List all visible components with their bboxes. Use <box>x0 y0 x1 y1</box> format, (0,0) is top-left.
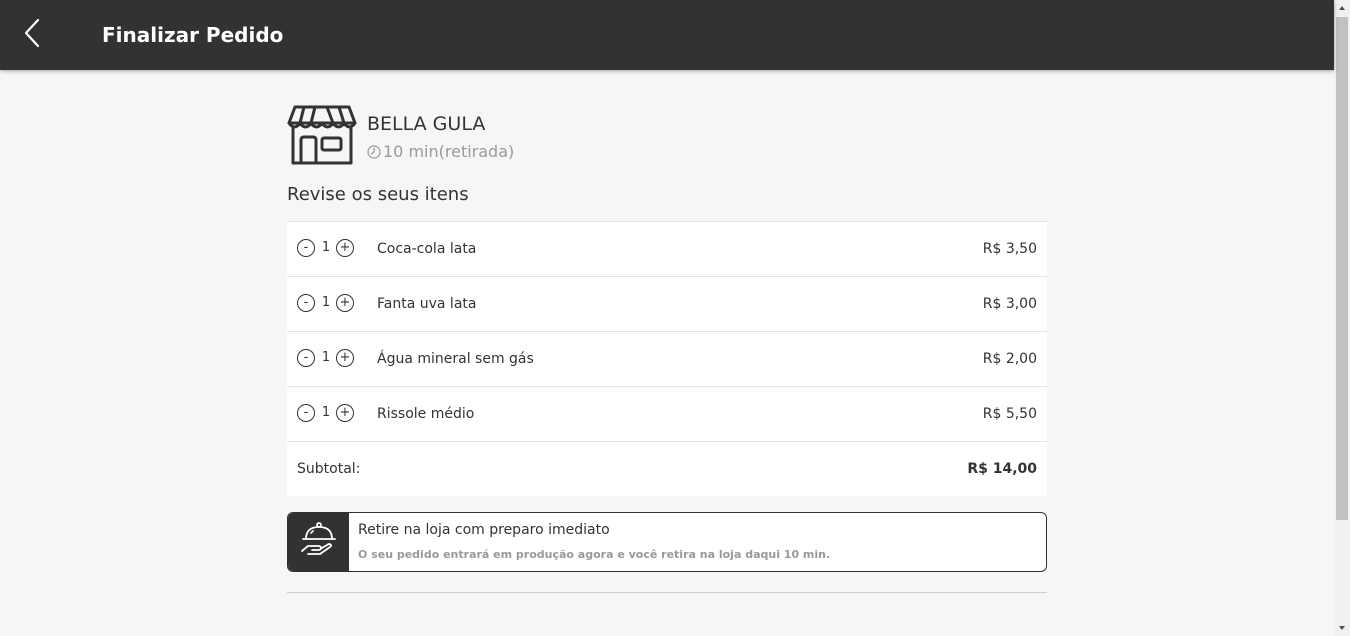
list-item: - 1 + Coca-cola lata R$ 3,50 <box>287 222 1047 277</box>
page-title: Finalizar Pedido <box>102 23 284 47</box>
subtotal-label: Subtotal: <box>297 461 361 477</box>
item-name: Água mineral sem gás <box>377 351 534 367</box>
decrease-quantity-button[interactable]: - <box>297 404 315 422</box>
decrease-quantity-button[interactable]: - <box>297 239 315 257</box>
pickup-description: O seu pedido entrará em produção agora e… <box>358 548 831 561</box>
store-time: 10 min (retirada) <box>367 142 514 162</box>
increase-quantity-button[interactable]: + <box>336 349 354 367</box>
divider <box>287 592 1047 593</box>
top-bar: Finalizar Pedido <box>0 0 1334 70</box>
subtotal-value: R$ 14,00 <box>967 461 1037 477</box>
quantity-value: 1 <box>321 405 331 420</box>
quantity-value: 1 <box>321 295 331 310</box>
clock-icon <box>367 145 381 159</box>
store-name: BELLA GULA <box>367 113 486 135</box>
order-mode: (retirada) <box>438 142 515 161</box>
chevron-left-icon <box>22 17 42 53</box>
scroll-down-arrow-icon[interactable] <box>1334 620 1350 636</box>
order-items-list: - 1 + Coca-cola lata R$ 3,50 - 1 + Fanta… <box>287 221 1047 496</box>
pickup-option-card[interactable]: Retire na loja com preparo imediato O se… <box>287 512 1047 572</box>
increase-quantity-button[interactable]: + <box>336 404 354 422</box>
item-name: Coca-cola lata <box>377 241 477 257</box>
item-price: R$ 5,50 <box>982 406 1037 422</box>
quantity-value: 1 <box>321 350 331 365</box>
quantity-value: 1 <box>321 240 331 255</box>
pickup-title: Retire na loja com preparo imediato <box>358 522 610 538</box>
item-name: Rissole médio <box>377 406 475 422</box>
item-price: R$ 2,00 <box>982 351 1037 367</box>
pickup-icon-box <box>288 513 349 571</box>
store-info: BELLA GULA 10 min (retirada) <box>287 104 1047 166</box>
subtotal-row: Subtotal: R$ 14,00 <box>287 442 1047 496</box>
item-price: R$ 3,00 <box>982 296 1037 312</box>
increase-quantity-button[interactable]: + <box>336 294 354 312</box>
scroll-up-arrow-icon[interactable] <box>1334 0 1350 16</box>
review-title: Revise os seus itens <box>287 184 469 205</box>
increase-quantity-button[interactable]: + <box>336 239 354 257</box>
back-button[interactable] <box>14 15 50 55</box>
storefront-icon <box>287 104 357 166</box>
scrollbar[interactable] <box>1334 0 1350 636</box>
scrollbar-thumb[interactable] <box>1336 17 1348 520</box>
item-name: Fanta uva lata <box>377 296 477 312</box>
prep-time: 10 min <box>383 142 439 161</box>
item-price: R$ 3,50 <box>982 241 1037 257</box>
list-item: - 1 + Água mineral sem gás R$ 2,00 <box>287 332 1047 387</box>
list-item: - 1 + Fanta uva lata R$ 3,00 <box>287 277 1047 332</box>
decrease-quantity-button[interactable]: - <box>297 294 315 312</box>
decrease-quantity-button[interactable]: - <box>297 349 315 367</box>
serving-dish-icon <box>300 521 338 563</box>
list-item: - 1 + Rissole médio R$ 5,50 <box>287 387 1047 442</box>
